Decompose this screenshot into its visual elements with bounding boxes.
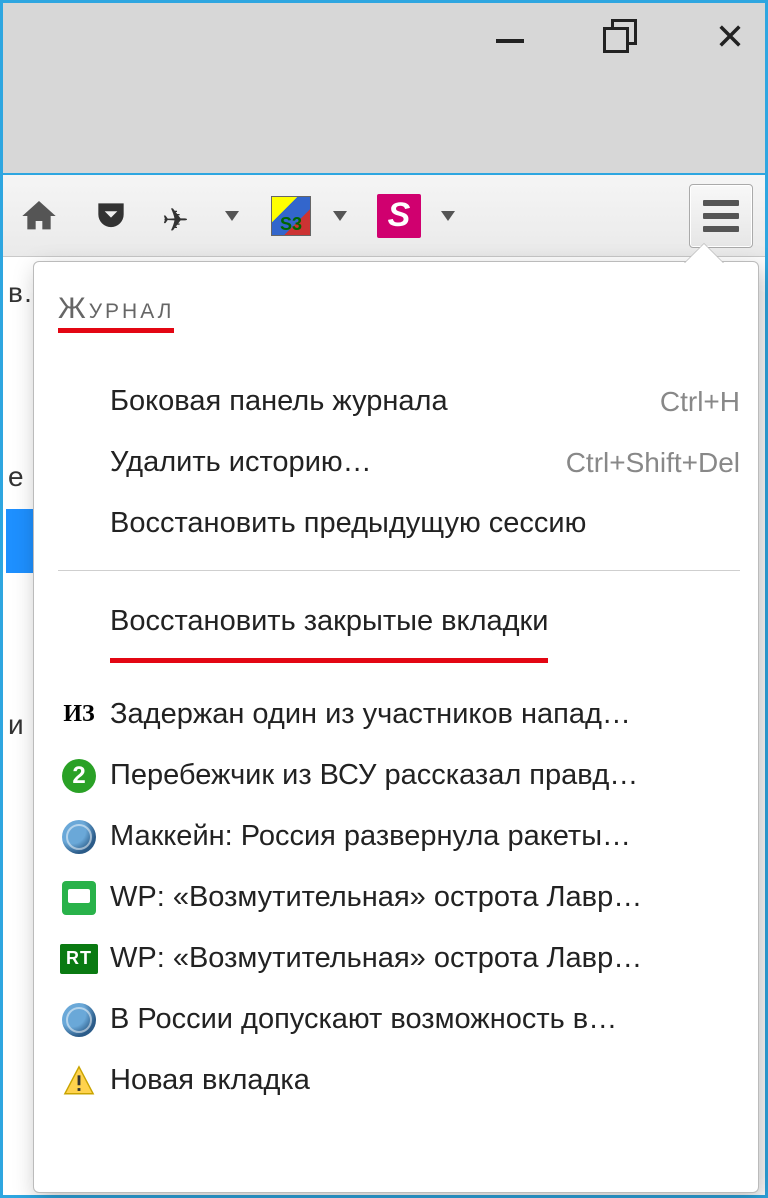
s3-button[interactable]: S3 (261, 186, 321, 246)
menu-item-label: Удалить историю… (110, 446, 372, 479)
menu-item-label: Боковая панель журнала (110, 385, 448, 418)
closed-tab-item[interactable]: Маккейн: Россия развернула ракеты… (58, 806, 740, 867)
favicon-iz-icon: ИЗ (60, 696, 98, 734)
closed-tabs-heading[interactable]: Восстановить закрытые вкладки (110, 605, 548, 663)
closed-tab-label: В России допускают возможность в… (110, 1003, 617, 1036)
stylish-icon: S (377, 194, 421, 238)
closed-tab-item[interactable]: 2 Перебежчик из ВСУ рассказал правд… (58, 745, 740, 806)
closed-tab-label: Задержан один из участников напад… (110, 698, 631, 731)
menu-item-shortcut: Ctrl+H (644, 386, 740, 418)
closed-tab-item[interactable]: В России допускают возможность в… (58, 989, 740, 1050)
pocket-button[interactable] (81, 186, 141, 246)
menu-divider (58, 570, 740, 571)
menu-item-shortcut: Ctrl+Shift+Del (550, 447, 740, 479)
background-list-sliver: в… е и (6, 261, 34, 1192)
closed-tab-label: WP: «Возмутительная» острота Лавр… (110, 942, 642, 975)
closed-tab-label: Новая вкладка (110, 1064, 310, 1097)
closed-tab-item[interactable]: WP: «Возмутительная» острота Лавр… (58, 867, 740, 928)
maximize-button[interactable] (597, 13, 643, 59)
panel-heading-history: Журнал (58, 292, 174, 333)
bg-row: в… (6, 261, 34, 325)
closed-tab-item[interactable]: ИЗ Задержан один из участников напад… (58, 684, 740, 745)
minimize-button[interactable] (487, 13, 533, 59)
s3-dropdown[interactable] (323, 186, 357, 246)
favicon-number-icon: 2 (60, 757, 98, 795)
history-action-0[interactable]: Боковая панель журнала Ctrl+H (58, 371, 740, 432)
plane-dropdown[interactable] (215, 186, 249, 246)
bg-row: е (6, 445, 34, 509)
menu-item-label: Восстановить предыдущую сессию (110, 507, 586, 540)
plane-button[interactable] (153, 186, 213, 246)
stylish-dropdown[interactable] (431, 186, 465, 246)
window-titlebar (3, 3, 765, 175)
chevron-down-icon (225, 211, 239, 221)
window-controls (487, 13, 753, 59)
history-action-1[interactable]: Удалить историю… Ctrl+Shift+Del (58, 432, 740, 493)
favicon-chat-icon (60, 879, 98, 917)
closed-tab-item[interactable]: RT WP: «Возмутительная» острота Лавр… (58, 928, 740, 989)
stylish-button[interactable]: S (369, 186, 429, 246)
closed-tab-label: WP: «Возмутительная» острота Лавр… (110, 881, 642, 914)
s3-icon: S3 (271, 196, 311, 236)
chevron-down-icon (333, 211, 347, 221)
closed-tab-item[interactable]: Новая вкладка (58, 1050, 740, 1111)
chevron-down-icon (441, 211, 455, 221)
favicon-warning-icon (60, 1062, 98, 1100)
browser-toolbar: S3 S (3, 175, 765, 257)
home-button[interactable] (9, 186, 69, 246)
closed-tab-label: Маккейн: Россия развернула ракеты… (110, 820, 631, 853)
favicon-globe-icon (60, 818, 98, 856)
history-panel: Журнал Боковая панель журнала Ctrl+H Удали… (33, 261, 759, 1193)
plane-icon (162, 201, 204, 231)
favicon-rt-icon: RT (60, 940, 98, 978)
close-button[interactable] (707, 13, 753, 59)
menu-button[interactable] (689, 184, 753, 248)
history-action-2[interactable]: Восстановить предыдущую сессию (58, 493, 740, 554)
bg-row: и (6, 693, 34, 757)
bg-row-selected (6, 509, 34, 573)
favicon-globe-icon (60, 1001, 98, 1039)
closed-tab-label: Перебежчик из ВСУ рассказал правд… (110, 759, 638, 792)
